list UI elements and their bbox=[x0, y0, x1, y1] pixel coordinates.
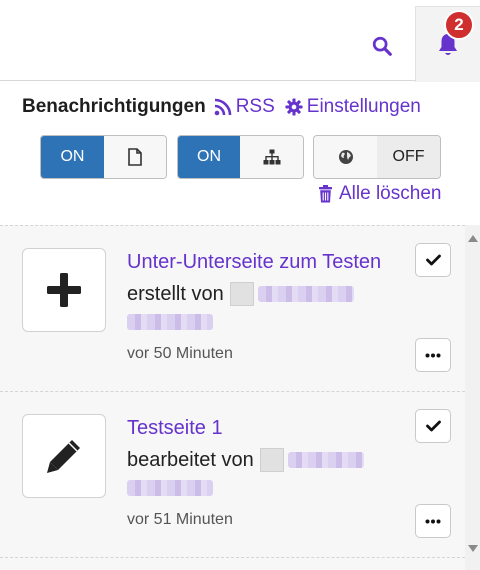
trash-icon bbox=[319, 185, 332, 203]
panel-title: Benachrichtigungen bbox=[22, 96, 206, 117]
gear-icon bbox=[285, 98, 303, 116]
sitemap-icon-segment bbox=[240, 136, 303, 178]
avatar bbox=[229, 282, 254, 306]
ellipsis-icon bbox=[425, 353, 441, 357]
search-button[interactable] bbox=[362, 26, 402, 66]
action-line: bearbeitet von bbox=[127, 448, 364, 472]
notification-type-icon bbox=[22, 248, 106, 332]
timestamp: vor 50 Minuten bbox=[127, 345, 233, 362]
ellipsis-icon bbox=[425, 519, 441, 523]
toggle-state-label: ON bbox=[41, 136, 104, 178]
action-line: erstellt von bbox=[127, 282, 354, 306]
globe-icon bbox=[338, 150, 353, 164]
settings-link[interactable]: Einstellungen bbox=[285, 96, 421, 118]
rss-icon bbox=[214, 98, 231, 116]
page-title-link[interactable]: Testseite 1 bbox=[127, 417, 223, 440]
scroll-down-arrow[interactable] bbox=[468, 545, 478, 552]
list-item: Testseite 1 bearbeitet von vor 51 Minute… bbox=[0, 392, 465, 558]
mark-read-button[interactable] bbox=[415, 409, 451, 443]
author-name-line bbox=[127, 480, 213, 496]
settings-label: Einstellungen bbox=[306, 96, 421, 117]
page-icon bbox=[128, 148, 142, 166]
top-bar: 2 bbox=[0, 0, 480, 82]
notifications-header: Benachrichtigungen RSS Einstellungen bbox=[22, 92, 462, 122]
rss-link[interactable]: RSS bbox=[214, 96, 275, 118]
rss-label: RSS bbox=[235, 96, 275, 117]
page-title-link[interactable]: Unter-Unterseite zum Testen bbox=[127, 251, 381, 274]
notification-count-badge: 2 bbox=[444, 10, 474, 40]
notification-list: Unter-Unterseite zum Testen erstellt von… bbox=[0, 225, 480, 570]
check-icon bbox=[425, 254, 441, 266]
globe-icon-segment bbox=[314, 136, 377, 178]
page-icon-segment bbox=[103, 136, 166, 178]
toggle-state-label: OFF bbox=[377, 136, 440, 178]
action-text: bearbeitet von bbox=[127, 448, 254, 471]
list-item: Unter-Unterseite zum Testen erstellt von… bbox=[0, 226, 465, 392]
more-options-button[interactable] bbox=[415, 504, 451, 538]
author-name-redacted[interactable] bbox=[127, 314, 213, 330]
toggle-state-label: ON bbox=[178, 136, 241, 178]
search-icon bbox=[372, 36, 392, 56]
global-notifications-toggle[interactable]: OFF bbox=[313, 135, 441, 179]
pencil-icon bbox=[47, 440, 80, 473]
subpages-notifications-toggle[interactable]: ON bbox=[177, 135, 304, 179]
more-options-button[interactable] bbox=[415, 338, 451, 372]
mark-read-button[interactable] bbox=[415, 243, 451, 277]
author-name-redacted[interactable] bbox=[287, 452, 364, 468]
list-scrollbar[interactable] bbox=[465, 225, 480, 570]
notification-type-icon bbox=[22, 414, 106, 498]
author-name-line bbox=[127, 314, 213, 330]
action-text: erstellt von bbox=[127, 282, 224, 305]
clear-all-link[interactable]: Alle löschen bbox=[318, 180, 441, 208]
sitemap-icon bbox=[263, 149, 280, 165]
check-icon bbox=[425, 420, 441, 432]
author-name-redacted[interactable] bbox=[127, 480, 213, 496]
plus-icon bbox=[47, 273, 81, 307]
timestamp: vor 51 Minuten bbox=[127, 511, 233, 528]
avatar bbox=[259, 448, 284, 472]
clear-all-label: Alle löschen bbox=[339, 183, 442, 204]
page-notifications-toggle[interactable]: ON bbox=[40, 135, 167, 179]
author-name-redacted[interactable] bbox=[257, 286, 354, 302]
scroll-up-arrow[interactable] bbox=[468, 235, 478, 242]
